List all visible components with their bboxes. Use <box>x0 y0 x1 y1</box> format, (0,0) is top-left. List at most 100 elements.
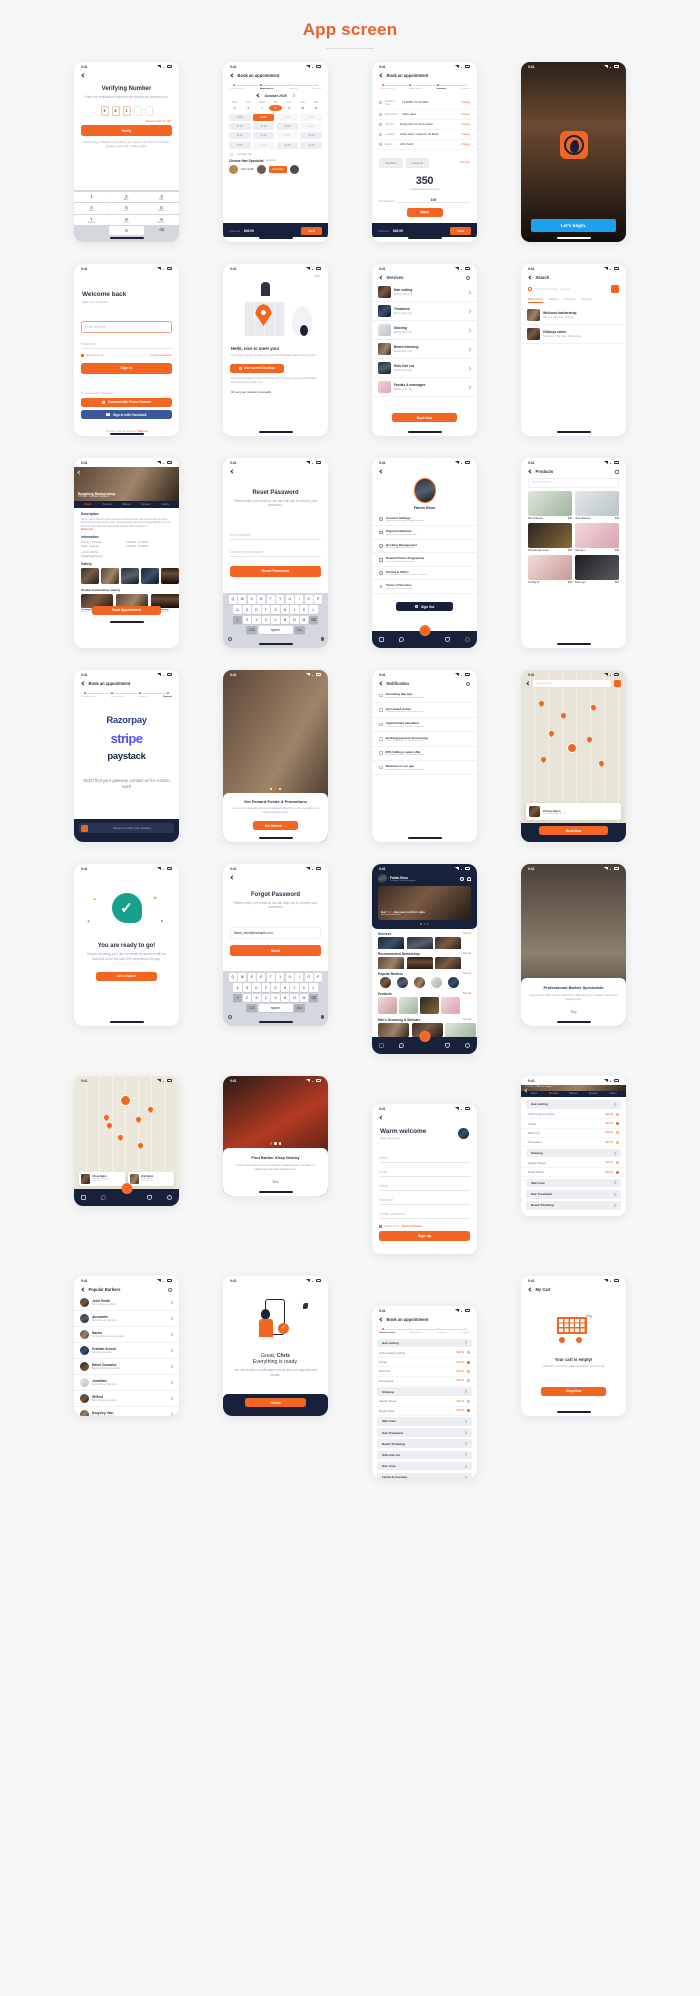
next-button[interactable]: Next <box>450 226 471 236</box>
home-icon[interactable] <box>379 637 385 643</box>
key[interactable]: R <box>257 973 266 982</box>
screen-shop-detail[interactable]: 9:41 Breaking Barbershop 4.5 (253) · Liv… <box>74 458 179 648</box>
key[interactable]: G <box>271 983 280 992</box>
swipe-track[interactable]: Swipe to confirm your booking <box>79 823 174 834</box>
screen-reward-promotion[interactable]: 9:41 Get Reward Points & Promotions Lore… <box>223 670 328 842</box>
map-canvas[interactable] <box>521 687 626 803</box>
follow-button[interactable]: Follow <box>245 1398 306 1408</box>
swipe-confirm-bar[interactable]: Swipe to confirm your booking <box>74 819 179 842</box>
select-icon[interactable] <box>616 1161 619 1165</box>
apply-button[interactable]: Apply <box>406 207 443 217</box>
tab-vouchers[interactable]: Vouchers <box>379 157 403 168</box>
back-icon[interactable] <box>379 682 383 686</box>
next-month-icon[interactable] <box>292 94 295 97</box>
tab-coupons[interactable]: Coupons <box>405 157 429 168</box>
key[interactable]: P <box>314 595 323 604</box>
shop-card[interactable] <box>435 956 461 970</box>
key-3[interactable]: 3 DEF <box>144 191 179 203</box>
name-field[interactable]: Name <box>379 1153 470 1163</box>
screen-book-appointment-summary[interactable]: 9:41 Book an appointment Choose service … <box>372 62 477 242</box>
product-card[interactable]: Hair dryer $45 <box>575 522 619 552</box>
step-label[interactable]: Appointment <box>410 1332 422 1334</box>
select-icon[interactable] <box>467 1369 470 1373</box>
key[interactable]: N <box>290 993 299 1002</box>
key[interactable]: Q <box>228 595 237 604</box>
numeric-key[interactable]: 123 <box>246 625 258 635</box>
chevron-right-icon[interactable] <box>464 1476 467 1478</box>
specialist-selected[interactable]: Alexander <box>268 166 287 173</box>
service-card[interactable] <box>435 936 461 949</box>
barber-row[interactable]: John Smith Hair cutting specialist <box>74 1295 179 1311</box>
time-slot[interactable]: 12:30 <box>300 123 322 131</box>
key[interactable]: T <box>266 595 275 604</box>
service-row[interactable]: Royal Shave $25.00 <box>372 1407 477 1416</box>
back-icon[interactable] <box>526 682 530 686</box>
step-label[interactable]: Appointment <box>260 88 274 90</box>
chevron-right-icon[interactable] <box>170 1349 173 1352</box>
filter-icon[interactable] <box>611 285 619 293</box>
time-slot[interactable]: 03:00 <box>229 141 251 149</box>
chevron-right-icon[interactable] <box>170 1397 173 1400</box>
select-icon[interactable] <box>467 1379 470 1383</box>
shop-now-button[interactable]: Shop Now <box>541 1386 606 1397</box>
keyboard-row-2[interactable]: A S D F G H J K L <box>225 605 327 614</box>
cart-icon[interactable] <box>615 469 619 474</box>
barber-card[interactable]: Graham Arnold <box>429 977 444 989</box>
chevron-right-icon[interactable] <box>468 291 471 294</box>
otp-digit[interactable]: 1 <box>122 106 131 117</box>
swipe-handle-icon[interactable] <box>80 824 88 832</box>
step-label[interactable]: Summary <box>436 88 446 90</box>
shop-email[interactable]: hello@breaking.com <box>81 555 172 558</box>
key[interactable]: V <box>271 615 280 624</box>
tab-barbershops[interactable]: Barbershops <box>528 298 544 303</box>
home-icon[interactable] <box>379 1043 385 1049</box>
key-2[interactable]: 2 ABC <box>109 191 144 203</box>
screen-popular-barbers[interactable]: 9:41 Popular Barbers John Smith Hair cutt… <box>74 1276 179 1416</box>
key[interactable]: F <box>261 983 271 992</box>
paystack-logo[interactable]: paystack <box>74 751 179 762</box>
gallery-image[interactable] <box>101 567 119 584</box>
tab-services[interactable]: Services <box>581 298 591 303</box>
back-icon[interactable] <box>528 470 532 474</box>
space-key[interactable]: space <box>258 1003 293 1013</box>
screen-welcome-back[interactable]: 9:41 Welcome back Sign in to continue Em… <box>74 264 179 436</box>
avatar[interactable] <box>413 477 436 503</box>
service-card[interactable] <box>378 936 404 949</box>
notification-item[interactable]: Welcome to our app Lorem ipsum dolor sit … <box>372 761 477 776</box>
back-icon[interactable] <box>81 73 85 77</box>
barber-row[interactable]: Kingsley VainSpray Cut specialist <box>74 1407 179 1416</box>
map-pin[interactable] <box>597 759 606 768</box>
book-appointment-button[interactable]: Book Appointment <box>92 605 161 616</box>
recommended-strip[interactable] <box>372 956 477 970</box>
notification-item[interactable]: Appointment cancelled Lorem ipsum dolor s… <box>372 718 477 733</box>
service-row[interactable]: Pompadour $22.00 <box>372 1377 477 1386</box>
favourite-icon[interactable] <box>146 1195 152 1201</box>
key[interactable]: K <box>299 983 309 992</box>
keyboard-row-4[interactable]: 123 space Go <box>225 1003 327 1013</box>
service-row[interactable]: Classic Shave $15.00 <box>372 1397 477 1407</box>
map-canvas[interactable] <box>74 1085 179 1172</box>
screen-payment-gateway[interactable]: 9:41 Book an appointment Choose service … <box>74 670 179 842</box>
screen-products-grid[interactable]: 9:41 Products Search products Mint shamp… <box>521 458 626 648</box>
booking-fab[interactable] <box>121 1183 132 1195</box>
key[interactable]: Z <box>242 615 252 624</box>
key[interactable]: M <box>299 993 309 1002</box>
verify-button[interactable]: Verify <box>81 125 172 137</box>
key[interactable]: N <box>290 615 299 624</box>
key[interactable]: O <box>304 973 313 982</box>
products-strip[interactable]: Cooling oil Cooling oil Oldboys pomade H… <box>372 997 477 1015</box>
back-icon[interactable] <box>379 276 383 280</box>
back-icon[interactable] <box>379 1115 383 1119</box>
change-link[interactable]: Change <box>461 113 470 116</box>
otp-digit[interactable]: 5 <box>111 106 120 117</box>
key-9[interactable]: 9 WXYZ <box>144 214 179 226</box>
time-slot[interactable]: 10:30 <box>300 114 322 122</box>
chevron-right-icon[interactable] <box>170 1333 173 1336</box>
go-key[interactable]: Go <box>293 625 305 635</box>
keyboard-bottom-row[interactable] <box>225 636 327 642</box>
promo-banner[interactable]: Get 50% discount on first style Breaking… <box>378 886 471 920</box>
discount-input[interactable]: 100 <box>397 198 470 203</box>
service-row[interactable]: Buzz Cut $18.00 <box>372 1367 477 1377</box>
time-slot[interactable]: 03:30 <box>252 141 275 149</box>
otp-digit[interactable]: 9 <box>100 106 109 117</box>
